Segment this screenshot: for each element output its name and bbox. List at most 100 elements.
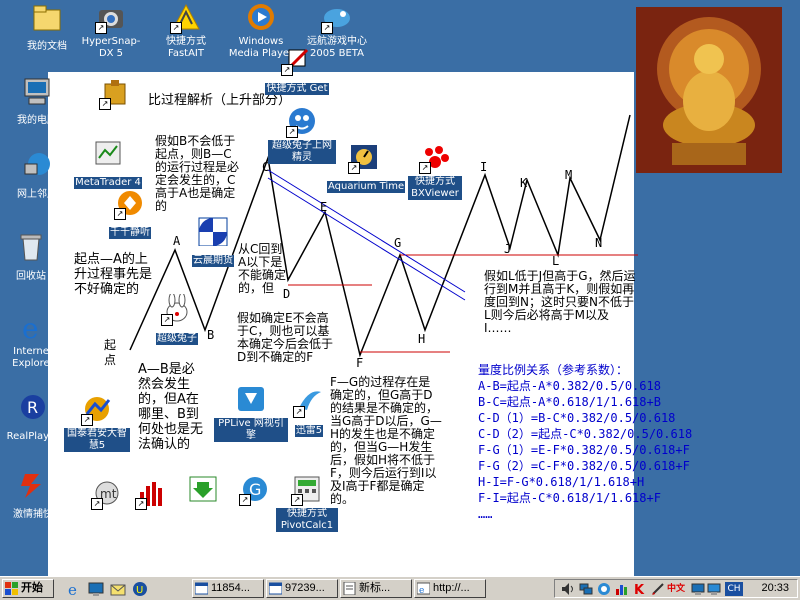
svg-text:K: K (634, 583, 645, 596)
my-computer-icon (21, 76, 53, 108)
point-label-start: 起点 (104, 338, 117, 367)
svg-text:e: e (22, 312, 39, 342)
point-label-j: J (504, 242, 512, 256)
formula-line: B-C=起点-A*0.618/1/1.618+B (478, 395, 661, 409)
taskbar-button-task-2[interactable]: 97239... (266, 579, 338, 598)
task-label: http://... (433, 582, 470, 594)
tray-network-icon[interactable] (691, 582, 705, 596)
network-icon (21, 150, 53, 182)
desktop-icon-network[interactable]: 网上邻居 (0, 150, 74, 201)
desktop-icon-aquarium[interactable]: ↗ Aquarium Time (327, 142, 406, 193)
desktop-icon-thunder[interactable]: ↗ 迅雷5 (272, 386, 346, 437)
desktop-icon-gtja[interactable]: ↗ 国泰君安大智慧5 (60, 394, 134, 452)
note-start-a: 起点—A的上升过程事先是不好确定的 (74, 252, 153, 297)
icon-label: 网上邻居 (17, 189, 57, 200)
realplayer-icon: R (17, 392, 49, 424)
task-label: 97239... (285, 582, 325, 594)
desktop-icon-fastait[interactable]: ↗ 快捷方式 FastAIT (149, 2, 223, 60)
icon-label: Internet Explorer (12, 346, 54, 369)
taskbar-button-task-4[interactable]: e http://... (414, 579, 486, 598)
desktop-icon-get[interactable]: ↗ 快捷方式 Get (257, 46, 337, 95)
svg-text:U: U (136, 585, 143, 596)
icon-label: HyperSnap-DX 5 (81, 36, 141, 59)
language-indicator[interactable]: CH (725, 582, 743, 596)
quicklaunch-outlook-icon[interactable] (110, 581, 126, 597)
game-center-icon: ↗ (321, 2, 353, 34)
icon-label: 快捷方式 PivotCalc1 (276, 508, 338, 532)
system-tray: K 中文 CH 20:33 (554, 579, 798, 598)
volume-icon[interactable] (561, 582, 575, 596)
fuyuan-icon: ↗ (135, 478, 167, 510)
note-l-j: 假如L低于J但高于G，然后运行到M并且高于K，则假如再度回到N；这时只要N不低于… (484, 269, 636, 335)
network-status-icon[interactable] (579, 582, 593, 596)
desktop-icon-yunchen[interactable]: 云晨期货 (176, 216, 250, 267)
tongchengyou-icon: ↗ (99, 78, 131, 110)
formula-line: …… (478, 507, 493, 521)
note-b-c: 假如B不会低于起点，则B—C的运行过程是必定会发生的，C高于A也是确定的 (155, 134, 240, 213)
start-button[interactable]: 开始 (2, 579, 54, 598)
task-label: 11854... (211, 582, 250, 594)
point-label-m: M (565, 168, 573, 182)
point-label-i: I (480, 160, 488, 174)
note-a-b: A—B是必然会发生的，但A在哪里、B到何处也是无法确认的 (138, 362, 204, 452)
tray-app-icon[interactable] (597, 582, 611, 596)
ie-icon: e (17, 312, 49, 345)
desktop-icon-my-computer[interactable]: 我的电脑 (0, 76, 74, 127)
desktop-icon-metatrader[interactable]: MetaTrader 4 (70, 138, 146, 189)
tray-chart-icon[interactable] (615, 582, 629, 596)
icon-label: 超级兔子上网精灵 (268, 140, 336, 164)
icon-label: 国泰君安大智慧5 (64, 428, 130, 452)
icon-label: 快捷方式 BXViewer (408, 176, 462, 200)
rabbit-icon: ↗ (161, 292, 193, 326)
thunder-icon: ↗ (293, 386, 325, 418)
media-player-icon (245, 2, 277, 34)
fastait-icon: ↗ (170, 2, 202, 34)
desktop-icon-ttplayer[interactable]: ↗ 千千静听 (93, 188, 167, 239)
ime-chinese-indicator[interactable]: 中文 (667, 582, 689, 596)
start-label: 开始 (21, 582, 43, 594)
quicklaunch-app-icon[interactable]: U (132, 581, 148, 597)
desktop-icon-recycle-bin[interactable]: 回收站 (0, 232, 68, 283)
clock: 20:33 (761, 582, 789, 594)
desktop-icon-my-documents[interactable]: 我的文档 (10, 2, 84, 53)
windows-logo-icon (5, 582, 18, 595)
desktop-icon-rabbit[interactable]: ↗ 超级兔子 (140, 292, 214, 345)
yunchen-icon (197, 216, 229, 248)
tray-pen-icon[interactable] (651, 582, 665, 596)
desktop-icon-tongchengyou[interactable]: ↗ 同城游 (78, 78, 152, 129)
recycle-bin-icon (15, 232, 47, 264)
svg-text:e: e (419, 586, 424, 595)
icon-label: 快捷方式 Get (265, 83, 329, 95)
desktop-icon-ie[interactable]: e Internet Explorer (0, 312, 70, 370)
tray-k-icon[interactable]: K (633, 582, 647, 596)
pplive-icon (235, 384, 267, 416)
taskbar-button-task-1[interactable]: 11854... (192, 579, 264, 598)
formula-line: C-D（1）=B-C*0.382/0.5/0.618 (478, 411, 676, 425)
point-label-g: G (394, 236, 402, 250)
desktop-icon-bxviewer[interactable]: ↗ 快捷方式 BXViewer (398, 142, 472, 200)
metatrader-icon (92, 138, 124, 170)
gosurf-icon: G ↗ (239, 474, 271, 506)
tray-monitor-icon[interactable] (707, 582, 721, 596)
taskbar-button-task-3[interactable]: 新标... (340, 579, 412, 598)
formula-block: 量度比例关系（参考系数）： A-B=起点-A*0.382/0.5/0.618 B… (478, 362, 692, 522)
window-icon (195, 582, 208, 595)
point-label-f: F (356, 356, 364, 370)
formula-line: F-G（1）=E-F*0.382/0.5/0.618+F (478, 443, 690, 457)
desktop-icon-passion[interactable]: 激情捕快 (0, 470, 70, 521)
pivotcalc-icon: ↗ (291, 474, 323, 506)
point-label-k: K (520, 176, 528, 190)
quicklaunch-desktop-icon[interactable] (88, 581, 104, 597)
icon-label: RealPlayer (6, 431, 60, 442)
formula-heading: 量度比例关系（参考系数）： (478, 363, 629, 377)
desktop-icon-pivotcalc[interactable]: ↗ 快捷方式 PivotCalc1 (270, 474, 344, 532)
taskbar: 开始 e U 11854... 97239... 新标... e http://… (0, 576, 800, 600)
icon-label: 云晨期货 (192, 255, 234, 267)
rabbit-net-icon: ↗ (286, 106, 318, 138)
icon-label: 回收站 (16, 271, 46, 282)
point-label-l: L (552, 254, 560, 268)
desktop-icon-hypersnap[interactable]: ↗ HyperSnap-DX 5 (74, 2, 148, 60)
quicklaunch-ie-icon[interactable]: e (66, 581, 82, 597)
hypersnap-icon: ↗ (95, 2, 127, 34)
icon-label: 激情捕快 (13, 509, 53, 520)
